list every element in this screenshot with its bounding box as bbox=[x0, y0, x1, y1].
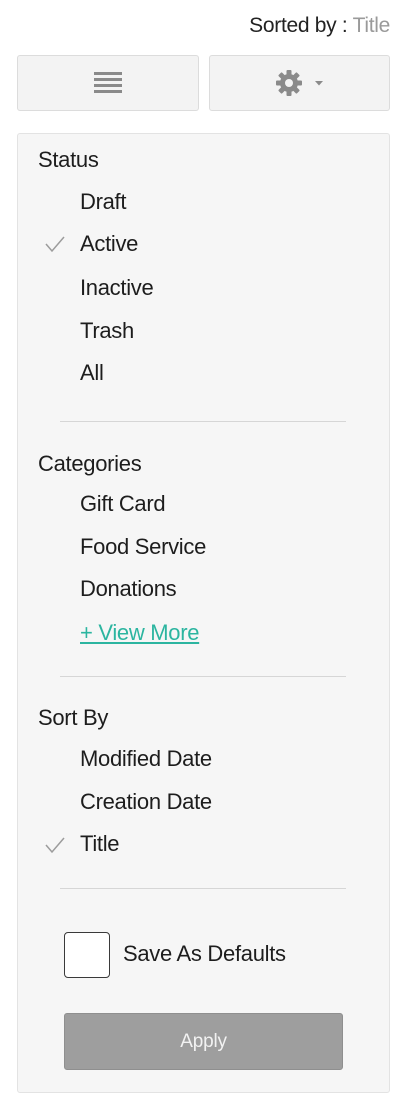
list-icon bbox=[94, 72, 122, 93]
category-option-gift-card[interactable]: Gift Card bbox=[80, 491, 166, 517]
check-icon bbox=[45, 837, 65, 854]
check-icon bbox=[45, 236, 65, 253]
save-defaults-checkbox[interactable] bbox=[64, 932, 110, 978]
sorted-by-indicator: Sorted by : Title bbox=[249, 14, 390, 38]
divider bbox=[60, 888, 346, 889]
sort-option-creation-date[interactable]: Creation Date bbox=[80, 789, 212, 815]
divider bbox=[60, 676, 346, 677]
category-option-donations[interactable]: Donations bbox=[80, 576, 177, 602]
sorted-by-value: Title bbox=[352, 14, 391, 37]
list-view-button[interactable] bbox=[17, 55, 199, 111]
status-section-title: Status bbox=[38, 147, 99, 172]
divider bbox=[60, 421, 346, 422]
categories-section-title: Categories bbox=[38, 451, 142, 476]
caret-down-icon bbox=[314, 81, 323, 86]
gear-icon bbox=[275, 70, 302, 96]
category-option-food-service[interactable]: Food Service bbox=[80, 534, 206, 560]
apply-button[interactable]: Apply bbox=[64, 1013, 343, 1070]
status-option-trash[interactable]: Trash bbox=[80, 318, 134, 344]
status-option-active[interactable]: Active bbox=[80, 231, 138, 257]
sort-option-modified-date[interactable]: Modified Date bbox=[80, 746, 212, 772]
sorted-by-label: Sorted by : bbox=[249, 14, 353, 37]
sort-option-title[interactable]: Title bbox=[80, 831, 120, 857]
save-defaults-label[interactable]: Save As Defaults bbox=[123, 941, 286, 967]
view-more-link[interactable]: + View More bbox=[80, 620, 199, 646]
status-option-inactive[interactable]: Inactive bbox=[80, 275, 154, 301]
settings-dropdown-button[interactable] bbox=[209, 55, 390, 111]
status-option-all[interactable]: All bbox=[80, 360, 104, 386]
status-option-draft[interactable]: Draft bbox=[80, 189, 126, 215]
sort-by-section-title: Sort By bbox=[38, 705, 109, 730]
